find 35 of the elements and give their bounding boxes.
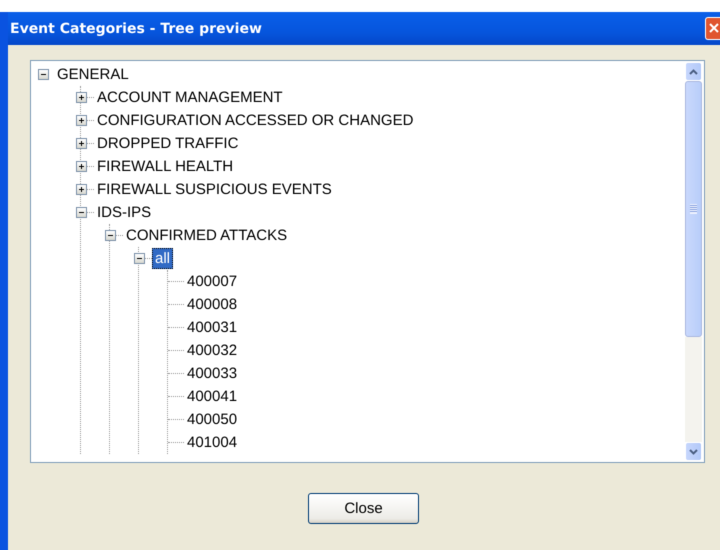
window-title: Event Categories - Tree preview <box>9 20 262 36</box>
tree-item[interactable]: GENERAL <box>54 64 132 85</box>
tree-item[interactable]: CONFIGURATION ACCESSED OR CHANGED <box>94 110 416 131</box>
close-button[interactable]: Close <box>308 493 419 524</box>
caret-up-icon <box>689 68 698 74</box>
scrollbar[interactable] <box>685 61 704 462</box>
tree-item[interactable]: 401004 <box>184 432 240 453</box>
tree-item[interactable]: 400007 <box>184 271 240 292</box>
tree-item[interactable]: 400033 <box>184 363 240 384</box>
tree-item[interactable]: ACCOUNT MANAGEMENT <box>94 87 286 108</box>
expand-icon[interactable] <box>76 92 87 103</box>
tree-item[interactable]: all <box>152 248 174 269</box>
tree-item[interactable]: 400008 <box>184 294 240 315</box>
tree-item[interactable]: FIREWALL HEALTH <box>94 156 236 177</box>
scroll-thumb[interactable] <box>685 81 702 337</box>
tree-item[interactable]: IDS-IPS <box>94 202 154 223</box>
tree-item[interactable]: 400031 <box>184 317 240 338</box>
expand-icon[interactable] <box>76 115 87 126</box>
tree-item[interactable]: CONFIRMED ATTACKS <box>123 225 290 246</box>
caret-down-icon <box>689 448 698 454</box>
tree-item[interactable]: FIREWALL SUSPICIOUS EVENTS <box>94 179 335 200</box>
close-icon[interactable] <box>705 17 720 40</box>
collapse-icon[interactable] <box>76 207 87 218</box>
expand-icon[interactable] <box>76 138 87 149</box>
tree-item[interactable]: DROPPED TRAFFIC <box>94 133 242 154</box>
scroll-down-button[interactable] <box>685 442 702 461</box>
tree-item[interactable]: 400032 <box>184 340 240 361</box>
scroll-up-button[interactable] <box>685 62 702 81</box>
collapse-icon[interactable] <box>134 253 145 264</box>
collapse-icon[interactable] <box>38 69 49 80</box>
tree-item[interactable]: 400041 <box>184 386 240 407</box>
tree-item[interactable]: 400050 <box>184 409 240 430</box>
expand-icon[interactable] <box>76 184 87 195</box>
collapse-icon[interactable] <box>105 230 116 241</box>
expand-icon[interactable] <box>76 161 87 172</box>
